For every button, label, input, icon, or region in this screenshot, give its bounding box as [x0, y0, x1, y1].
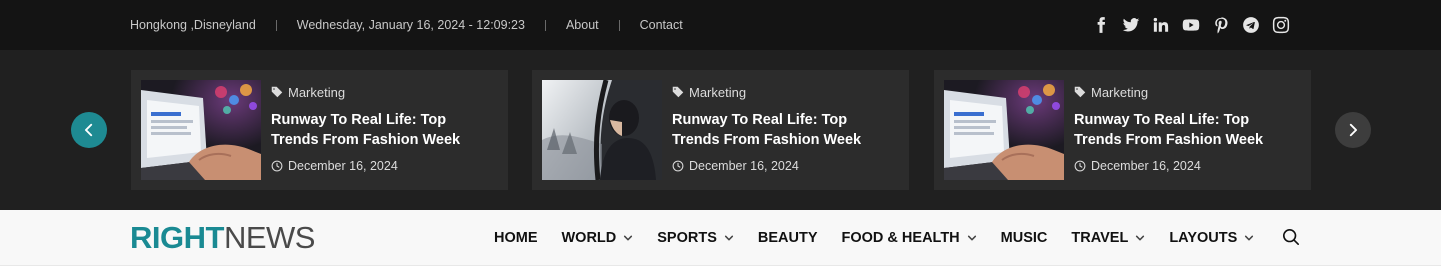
- chevron-right-icon: [1349, 123, 1358, 137]
- nav-item-label: SPORTS: [657, 230, 717, 246]
- card-category-label: Marketing: [1091, 84, 1149, 100]
- location-text: Hongkong ,Disneyland: [130, 18, 256, 32]
- news-card[interactable]: Marketing Runway To Real Life: Top Trend…: [934, 70, 1311, 190]
- logo-bold-text: RIGHT: [130, 220, 224, 255]
- laptop-photo: [944, 80, 1064, 180]
- news-slider: Marketing Runway To Real Life: Top Trend…: [0, 50, 1441, 210]
- site-header: RIGHTNEWS HOME WORLD SPORTS BEAUTY FOOD …: [0, 210, 1441, 266]
- chevron-down-icon: [624, 235, 633, 241]
- chevron-down-icon: [1245, 235, 1254, 241]
- chevron-down-icon: [967, 235, 976, 241]
- search-button[interactable]: [1282, 228, 1302, 248]
- card-category[interactable]: Marketing: [271, 84, 496, 100]
- card-date-text: December 16, 2024: [288, 159, 398, 173]
- nav-item-label: BEAUTY: [757, 230, 818, 246]
- card-category[interactable]: Marketing: [1074, 84, 1299, 100]
- card-date: December 16, 2024: [1074, 159, 1299, 173]
- card-title[interactable]: Runway To Real Life: Top Trends From Fas…: [1074, 110, 1299, 150]
- search-icon: [1282, 228, 1300, 246]
- main-nav: HOME WORLD SPORTS BEAUTY FOOD & HEALTH M…: [494, 210, 1278, 266]
- card-thumbnail[interactable]: [141, 80, 261, 180]
- card-body: Marketing Runway To Real Life: Top Trend…: [672, 84, 897, 174]
- card-category[interactable]: Marketing: [672, 84, 897, 100]
- site-logo[interactable]: RIGHTNEWS: [130, 222, 315, 254]
- nav-item-food-health[interactable]: FOOD & HEALTH: [842, 230, 977, 246]
- divider: [618, 19, 620, 31]
- divider: [275, 19, 277, 31]
- social-links: [1091, 0, 1291, 50]
- telegram-icon[interactable]: [1241, 15, 1261, 35]
- clock-icon: [1074, 160, 1086, 172]
- slider-next-button[interactable]: [1335, 112, 1371, 148]
- window-portrait-photo: [542, 80, 662, 180]
- about-link[interactable]: About: [566, 18, 599, 32]
- card-date-text: December 16, 2024: [689, 159, 799, 173]
- nav-item-layouts[interactable]: LAYOUTS: [1169, 230, 1254, 246]
- chevron-down-icon: [1136, 235, 1145, 241]
- nav-item-music[interactable]: MUSIC: [1001, 230, 1048, 246]
- card-body: Marketing Runway To Real Life: Top Trend…: [1074, 84, 1299, 174]
- nav-item-travel[interactable]: TRAVEL: [1071, 230, 1145, 246]
- top-bar: Hongkong ,Disneyland Wednesday, January …: [0, 0, 1441, 50]
- nav-item-world[interactable]: WORLD: [562, 230, 634, 246]
- logo-light-text: NEWS: [223, 220, 316, 255]
- divider: [544, 19, 546, 31]
- nav-item-label: MUSIC: [1000, 230, 1048, 246]
- slider-prev-button[interactable]: [71, 112, 107, 148]
- card-date-text: December 16, 2024: [1091, 159, 1201, 173]
- chevron-left-icon: [84, 123, 93, 137]
- twitter-icon[interactable]: [1121, 15, 1141, 35]
- nav-item-label: WORLD: [561, 230, 617, 246]
- card-date: December 16, 2024: [672, 159, 897, 173]
- facebook-icon[interactable]: [1091, 15, 1111, 35]
- nav-item-label: TRAVEL: [1071, 230, 1129, 246]
- card-date: December 16, 2024: [271, 159, 496, 173]
- news-card[interactable]: Marketing Runway To Real Life: Top Trend…: [131, 70, 508, 190]
- tag-icon: [1074, 86, 1086, 98]
- card-thumbnail[interactable]: [542, 80, 662, 180]
- nav-item-beauty[interactable]: BEAUTY: [758, 230, 818, 246]
- card-category-label: Marketing: [288, 84, 346, 100]
- nav-item-sports[interactable]: SPORTS: [657, 230, 734, 246]
- contact-link[interactable]: Contact: [640, 18, 683, 32]
- card-title[interactable]: Runway To Real Life: Top Trends From Fas…: [672, 110, 897, 150]
- card-category-label: Marketing: [689, 84, 747, 100]
- clock-icon: [672, 160, 684, 172]
- nav-item-label: FOOD & HEALTH: [841, 230, 960, 246]
- instagram-icon[interactable]: [1271, 15, 1291, 35]
- linkedin-icon[interactable]: [1151, 15, 1171, 35]
- nav-item-home[interactable]: HOME: [494, 230, 538, 246]
- chevron-down-icon: [724, 235, 733, 241]
- card-thumbnail[interactable]: [944, 80, 1064, 180]
- datetime-text: Wednesday, January 16, 2024 - 12:09:23: [296, 18, 525, 32]
- top-bar-meta: Hongkong ,Disneyland Wednesday, January …: [130, 0, 683, 50]
- nav-item-label: LAYOUTS: [1169, 230, 1238, 246]
- tag-icon: [271, 86, 283, 98]
- news-card[interactable]: Marketing Runway To Real Life: Top Trend…: [532, 70, 909, 190]
- clock-icon: [271, 160, 283, 172]
- tag-icon: [672, 86, 684, 98]
- pinterest-icon[interactable]: [1211, 15, 1231, 35]
- laptop-photo: [141, 80, 261, 180]
- card-body: Marketing Runway To Real Life: Top Trend…: [271, 84, 496, 174]
- nav-item-label: HOME: [494, 230, 538, 246]
- card-title[interactable]: Runway To Real Life: Top Trends From Fas…: [271, 110, 496, 150]
- youtube-icon[interactable]: [1181, 15, 1201, 35]
